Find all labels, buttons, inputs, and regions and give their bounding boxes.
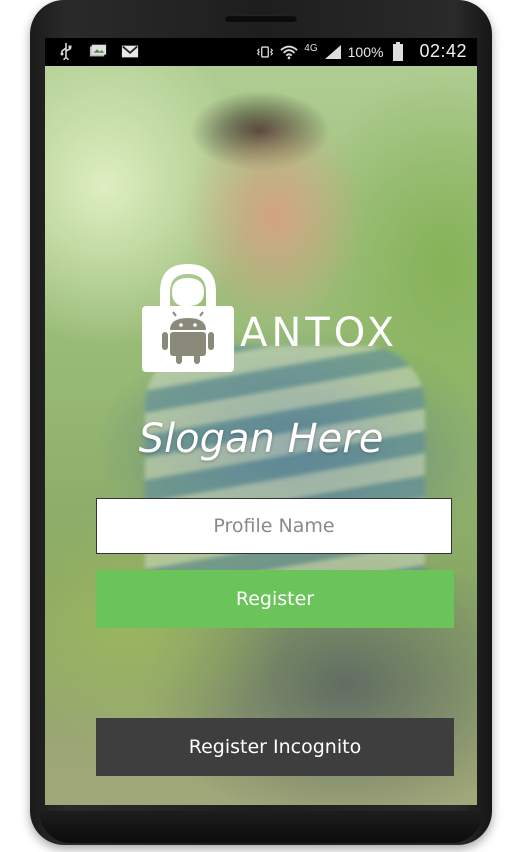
battery-icon xyxy=(389,41,407,61)
photo-icon xyxy=(89,42,107,60)
status-bar: 4G 100% 02:42 xyxy=(45,38,477,66)
register-button-label: Register xyxy=(235,588,315,610)
gmail-icon xyxy=(121,42,139,60)
signal-icon xyxy=(324,43,342,61)
app-logo: ANTOX xyxy=(140,256,400,376)
usb-icon xyxy=(57,42,75,60)
vibrate-icon xyxy=(256,43,274,61)
phone-chin xyxy=(40,811,482,843)
battery-percent: 100% xyxy=(347,43,384,60)
wifi-icon xyxy=(280,43,298,61)
network-type-label: 4G xyxy=(304,43,318,54)
register-incognito-button[interactable]: Register Incognito xyxy=(96,718,454,776)
status-time: 02:42 xyxy=(419,41,467,61)
lock-android-icon xyxy=(142,264,234,372)
speaker-grille xyxy=(225,15,297,22)
phone-frame: 4G 100% 02:42 ANTOX Slogan Here Profile … xyxy=(30,0,492,845)
slogan-text: Slogan Here xyxy=(138,416,384,462)
profile-name-input[interactable] xyxy=(96,498,452,554)
register-button[interactable]: Register xyxy=(96,570,454,628)
register-incognito-button-label: Register Incognito xyxy=(188,736,362,758)
app-screen: ANTOX Slogan Here Register Register Inco… xyxy=(45,66,477,805)
app-logo-text: ANTOX xyxy=(240,310,399,356)
